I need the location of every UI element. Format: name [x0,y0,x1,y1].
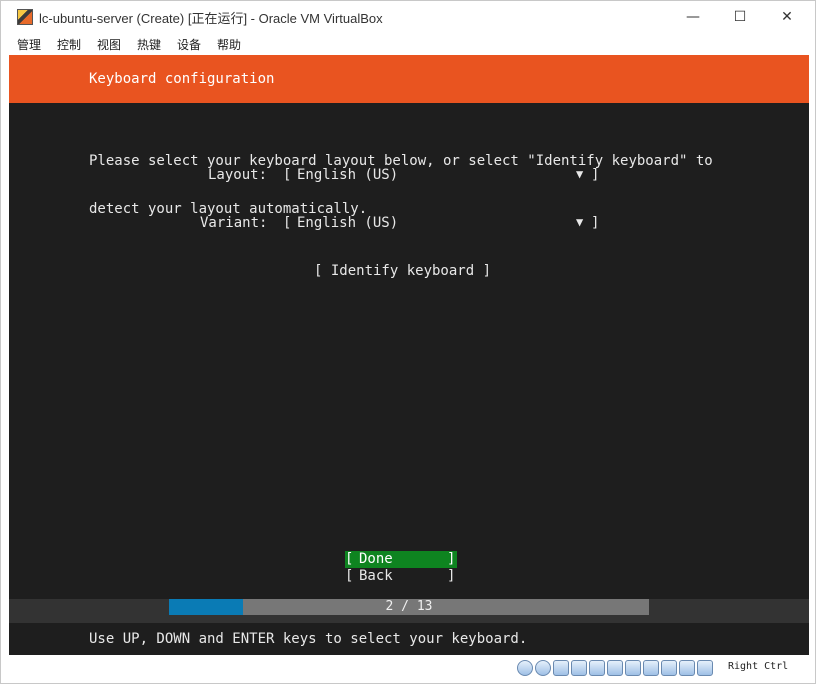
virtualbox-app-icon [17,9,33,25]
menu-item-manage[interactable]: 管理 [17,36,41,53]
vm-screen[interactable]: Keyboard configuration Please select you… [9,55,809,655]
variant-value: English (US) [297,215,399,231]
layout-bracket-open: [ [283,167,292,183]
progress-text: 2 / 13 [385,599,433,614]
host-key-label: Right Ctrl [728,661,789,672]
keyboard-icon[interactable] [697,660,713,676]
optical-drive-icon[interactable] [535,660,551,676]
hard-disk-icon[interactable] [517,660,533,676]
mouse-integration-icon[interactable] [679,660,695,676]
dropdown-arrow-icon: ▼ [576,215,584,229]
audio-icon[interactable] [553,660,569,676]
window-title: lc-ubuntu-server (Create) [正在运行] - Oracl… [39,11,383,26]
help-text: Use UP, DOWN and ENTER keys to select yo… [89,631,528,647]
maximize-button[interactable]: ☐ [720,5,760,29]
layout-select[interactable]: [ English (US) ▼ ] [283,167,601,185]
network-icon[interactable] [571,660,587,676]
back-bracket-open: [ [345,568,354,584]
layout-bracket-close: ] [591,167,600,183]
cpu-icon[interactable] [661,660,677,676]
installer-header: Keyboard configuration [9,55,809,103]
display-icon[interactable] [625,660,641,676]
menu-item-devices[interactable]: 设备 [177,36,201,53]
menu-item-hotkeys[interactable]: 热键 [137,36,161,53]
variant-bracket-close: ] [591,215,600,231]
dropdown-arrow-icon: ▼ [576,167,584,181]
status-bar: Right Ctrl [1,655,815,683]
back-label: Back [359,568,393,584]
variant-select[interactable]: [ English (US) ▼ ] [283,215,601,233]
minimize-button[interactable]: — [673,5,713,29]
menu-bar: 管理 控制 视图 热键 设备 帮助 [1,33,815,55]
variant-bracket-open: [ [283,215,292,231]
back-bracket-close: ] [447,568,456,584]
menu-item-control[interactable]: 控制 [57,36,81,53]
done-button[interactable]: [ Done ] [345,551,457,568]
variant-label: Variant: [200,215,268,231]
close-button[interactable]: ✕ [767,5,807,29]
installer-title: Keyboard configuration [89,71,275,87]
virtualbox-window: lc-ubuntu-server (Create) [正在运行] - Oracl… [0,0,816,684]
done-bracket-open: [ [345,551,354,567]
recording-icon[interactable] [643,660,659,676]
layout-label: Layout: [208,167,268,183]
back-button[interactable]: [ Back ] [345,568,457,585]
menu-item-help[interactable]: 帮助 [217,36,241,53]
title-bar[interactable]: lc-ubuntu-server (Create) [正在运行] - Oracl… [1,1,815,33]
menu-item-view[interactable]: 视图 [97,36,121,53]
done-label: Done [359,551,393,567]
shared-folder-icon[interactable] [607,660,623,676]
usb-icon[interactable] [589,660,605,676]
identify-keyboard-button[interactable]: [ Identify keyboard ] [314,263,491,279]
done-bracket-close: ] [447,551,456,567]
status-tray [517,660,713,676]
progress-band: 2 / 13 [9,599,809,623]
progress-bar: 2 / 13 [169,599,649,615]
layout-value: English (US) [297,167,399,183]
